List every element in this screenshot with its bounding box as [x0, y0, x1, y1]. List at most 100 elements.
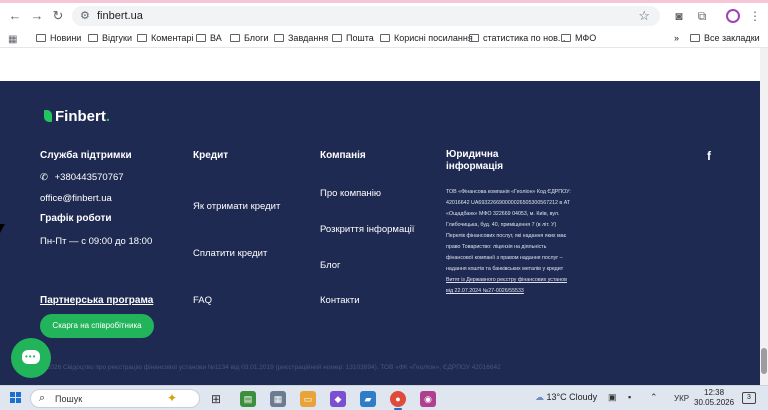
- clock-date: 30.05.2026: [694, 398, 735, 407]
- bookmark-label: Новини: [50, 33, 82, 43]
- facebook-icon[interactable]: f: [707, 149, 711, 163]
- bookmark-label: Відгуки: [102, 33, 133, 43]
- language-indicator[interactable]: УКР: [674, 394, 689, 403]
- search-icon: ⌕: [39, 392, 46, 404]
- chat-icon: •••: [22, 350, 40, 364]
- screenshot-icon[interactable]: ◙: [672, 9, 686, 23]
- app-icon[interactable]: ▤: [240, 391, 256, 407]
- bookmarks-bar: ▦ Новини Відгуки Коментарі ВА Блоги Завд…: [0, 30, 768, 48]
- tab-strip: [0, 0, 768, 3]
- phone-icon: ✆: [40, 172, 48, 183]
- logo-text: Finbert: [55, 108, 106, 125]
- bookmark-label: Корисні посилання: [394, 33, 473, 43]
- notification-center-icon[interactable]: 3: [742, 392, 756, 404]
- file-explorer-icon[interactable]: ▭: [300, 391, 316, 407]
- windows-start-icon[interactable]: [10, 392, 22, 404]
- folder-icon: [690, 34, 700, 42]
- weather-text: 13°C Cloudy: [546, 392, 598, 402]
- forward-icon[interactable]: →: [30, 9, 44, 23]
- schedule-heading: Графік роботи: [40, 213, 112, 224]
- mouse-cursor: [0, 224, 5, 233]
- apps-icon[interactable]: ▦: [8, 34, 17, 45]
- cloud-icon: ☁: [535, 392, 544, 402]
- copilot-icon[interactable]: ◆: [330, 391, 346, 407]
- support-heading: Служба підтримки: [40, 150, 132, 161]
- bookmark-item[interactable]: МФО: [561, 33, 596, 43]
- footer-link-contacts[interactable]: Контакти: [320, 295, 360, 306]
- show-hidden-icons[interactable]: ⌃: [650, 392, 658, 403]
- scrollbar-thumb[interactable]: [761, 348, 767, 374]
- bookmark-item[interactable]: Корисні посилання: [380, 33, 473, 43]
- bookmark-label: МФО: [575, 33, 597, 43]
- system-clock[interactable]: 12:38 30.05.2026: [694, 388, 734, 408]
- folder-icon: [88, 34, 98, 42]
- tray-app-icon-2[interactable]: ▪: [628, 392, 631, 402]
- all-bookmarks[interactable]: Все закладки: [690, 33, 760, 43]
- site-footer: Finbert. Служба підтримки ✆ +38044357076…: [0, 81, 760, 385]
- taskbar-search[interactable]: ⌕ Пошук ✦: [30, 389, 200, 408]
- footer-link-blog[interactable]: Блог: [320, 260, 341, 271]
- finbert-logo[interactable]: Finbert.: [44, 108, 110, 125]
- bookmark-item[interactable]: статистика по нов...: [469, 33, 565, 43]
- credit-heading: Кредит: [193, 150, 229, 161]
- legal-text: ТОВ «Фінансова компанія «Геоліон» Код ЄД…: [446, 189, 571, 272]
- url-text: finbert.ua: [97, 10, 143, 22]
- bookmark-label: статистика по нов...: [483, 33, 566, 43]
- more-bookmarks-icon[interactable]: »: [674, 33, 679, 43]
- bookmark-item[interactable]: Коментарі: [137, 33, 193, 43]
- menu-icon[interactable]: ⋮: [748, 9, 762, 23]
- tray-app-icon[interactable]: ▣: [608, 392, 617, 403]
- bookmark-item[interactable]: ВА: [196, 33, 222, 43]
- clock-time: 12:38: [704, 388, 725, 397]
- bookmark-label: ВА: [210, 33, 222, 43]
- legal-heading: Юридична інформація: [446, 149, 504, 172]
- bookmark-item[interactable]: Пошта: [332, 33, 374, 43]
- folder-icon: [469, 34, 479, 42]
- footer-link-faq[interactable]: FAQ: [193, 295, 212, 306]
- weather-widget[interactable]: ☁ 13°C Cloudy: [535, 392, 597, 403]
- search-placeholder: Пошук: [55, 394, 83, 404]
- folder-icon: [561, 34, 571, 42]
- calculator-icon[interactable]: ▦: [270, 391, 286, 407]
- logo-dot: .: [105, 108, 111, 125]
- footer-link-disclosure[interactable]: Розкриття інформації: [320, 224, 414, 235]
- page-top-area: [0, 48, 768, 81]
- bookmark-item[interactable]: Новини: [36, 33, 81, 43]
- folder-icon: [137, 34, 147, 42]
- chat-widget-button[interactable]: •••: [11, 338, 51, 378]
- profile-avatar-icon[interactable]: [726, 9, 740, 23]
- legal-info: ТОВ «Фінансова компанія «Геоліон» Код ЄД…: [446, 187, 572, 297]
- task-view-icon[interactable]: ⊞: [208, 391, 224, 407]
- footer-link-how-to-get-credit[interactable]: Як отримати кредит: [193, 201, 280, 212]
- phone-number: +380443570767: [54, 172, 124, 183]
- folder-icon: [36, 34, 46, 42]
- support-email[interactable]: office@finbert.ua: [40, 193, 112, 204]
- notes-app-icon[interactable]: ▰: [360, 391, 376, 407]
- support-phone[interactable]: ✆ +380443570767: [40, 172, 124, 183]
- reload-icon[interactable]: ↻: [51, 9, 65, 23]
- footer-link-pay-credit[interactable]: Сплатити кредит: [193, 248, 267, 259]
- back-icon[interactable]: ←: [8, 9, 22, 23]
- partner-program-link[interactable]: Партнерська програма: [40, 295, 153, 306]
- windows-taskbar: ⌕ Пошук ✦ ⊞ ▤ ▦ ▭ ◆ ▰ ● ◉ ☁ 13°C Cloudy …: [0, 385, 768, 410]
- extensions-icon[interactable]: ⧉: [695, 9, 709, 23]
- footer-link-about[interactable]: Про компанію: [320, 188, 381, 199]
- search-highlight-icon: ✦: [167, 391, 178, 405]
- bookmark-label: Блоги: [244, 33, 269, 43]
- bookmark-label: Коментарі: [151, 33, 194, 43]
- folder-icon: [196, 34, 206, 42]
- address-bar[interactable]: ⚙ finbert.ua ☆: [72, 6, 660, 26]
- browser-toolbar: ← → ↻ ⚙ finbert.ua ☆ ◙ ⧉ ⋮: [0, 0, 768, 30]
- chrome-icon[interactable]: ●: [390, 391, 406, 407]
- bookmark-item[interactable]: Завдання: [274, 33, 328, 43]
- registry-link[interactable]: Витяг із Державного реєстру фінансових у…: [446, 277, 567, 294]
- bookmark-label: Завдання: [288, 33, 329, 43]
- app-with-badge-icon[interactable]: ◉: [420, 391, 436, 407]
- site-info-icon[interactable]: ⚙: [80, 9, 90, 22]
- complaint-button[interactable]: Скарга на співробітника: [40, 314, 154, 338]
- page-scrollbar[interactable]: [760, 48, 768, 385]
- bookmark-item[interactable]: Блоги: [230, 33, 268, 43]
- bookmark-item[interactable]: Відгуки: [88, 33, 132, 43]
- all-bookmarks-label: Все закладки: [704, 33, 760, 43]
- bookmark-star-icon[interactable]: ☆: [638, 8, 650, 24]
